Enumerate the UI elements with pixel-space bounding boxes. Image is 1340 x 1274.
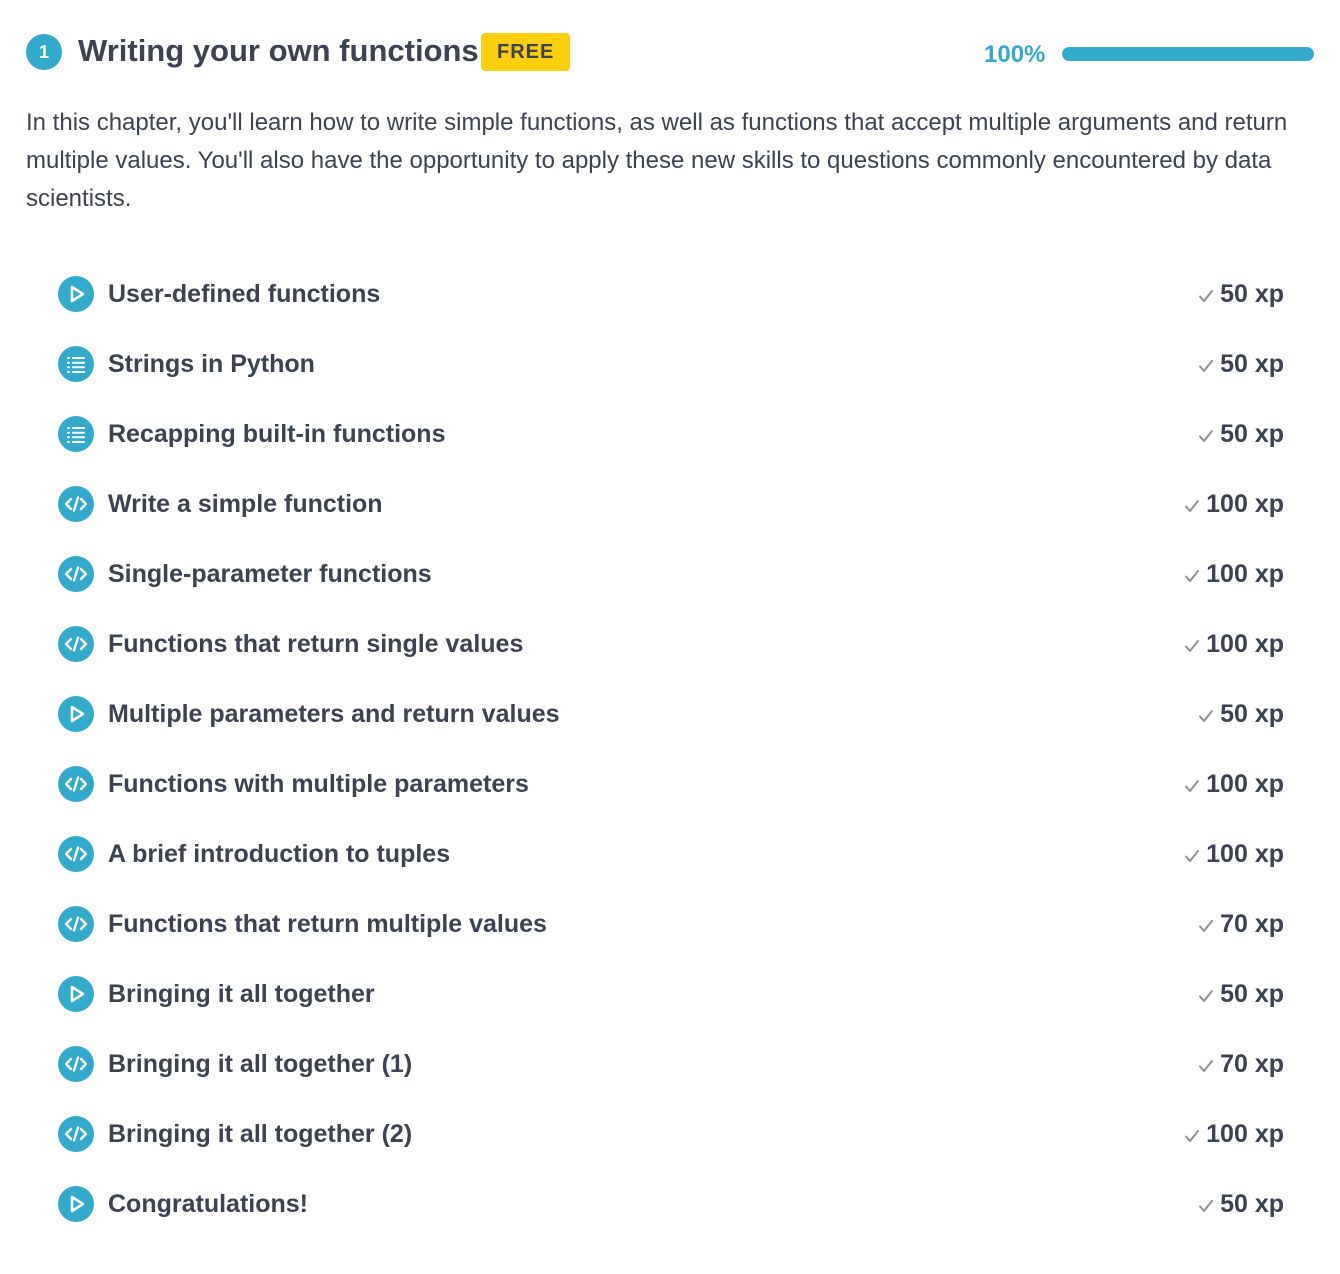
exercise-title[interactable]: Write a simple function xyxy=(108,469,383,539)
exercise-xp: 100 xp xyxy=(1184,749,1284,819)
exercise-title[interactable]: Bringing it all together (2) xyxy=(108,1099,412,1169)
xp-value: 100 xp xyxy=(1206,1120,1284,1148)
exercise-xp: 100 xp xyxy=(1184,609,1284,679)
exercise-title[interactable]: User-defined functions xyxy=(108,259,380,329)
check-icon xyxy=(1185,1130,1200,1142)
exercise-xp: 100 xp xyxy=(1184,469,1284,539)
exercise-title[interactable]: Congratulations! xyxy=(108,1169,308,1239)
code-icon xyxy=(58,1046,94,1082)
exercise-title[interactable]: Strings in Python xyxy=(108,329,315,399)
exercise-title[interactable]: Bringing it all together xyxy=(108,959,375,1029)
exercise-xp: 50 xp xyxy=(1198,1169,1284,1239)
xp-value: 50 xp xyxy=(1220,350,1284,378)
exercise-xp: 50 xp xyxy=(1198,959,1284,1029)
exercise-row-3[interactable]: Recapping built-in functions 50 xp xyxy=(58,399,1284,469)
exercise-list: User-defined functions 50 xp Strings in … xyxy=(58,259,1284,1239)
exercise-row-2[interactable]: Strings in Python 50 xp xyxy=(58,329,1284,399)
exercise-row-12[interactable]: Bringing it all together (1) 70 xp xyxy=(58,1029,1284,1099)
exercise-row-13[interactable]: Bringing it all together (2) 100 xp xyxy=(58,1099,1284,1169)
check-icon xyxy=(1199,710,1214,722)
xp-value: 100 xp xyxy=(1206,770,1284,798)
exercise-row-14[interactable]: Congratulations! 50 xp xyxy=(58,1169,1284,1239)
exercise-title[interactable]: Functions that return single values xyxy=(108,609,523,679)
free-badge: FREE xyxy=(481,33,571,71)
check-icon xyxy=(1185,500,1200,512)
exercise-row-11[interactable]: Bringing it all together 50 xp xyxy=(58,959,1284,1029)
exercise-row-9[interactable]: A brief introduction to tuples 100 xp xyxy=(58,819,1284,889)
exercise-row-10[interactable]: Functions that return multiple values 70… xyxy=(58,889,1284,959)
check-icon xyxy=(1185,780,1200,792)
chapter-number-badge: 1 xyxy=(26,34,62,70)
code-icon xyxy=(58,836,94,872)
chapter-description: In this chapter, you'll learn how to wri… xyxy=(26,109,1288,212)
exercise-row-7[interactable]: Multiple parameters and return values 50… xyxy=(58,679,1284,749)
xp-value: 100 xp xyxy=(1206,490,1284,518)
video-play-icon xyxy=(58,976,94,1012)
xp-value: 70 xp xyxy=(1220,910,1284,938)
video-play-icon xyxy=(58,696,94,732)
exercise-row-5[interactable]: Single-parameter functions 100 xp xyxy=(58,539,1284,609)
video-play-icon xyxy=(58,276,94,312)
code-icon xyxy=(58,486,94,522)
exercise-xp: 100 xp xyxy=(1184,1099,1284,1169)
exercise-xp: 50 xp xyxy=(1198,329,1284,399)
video-play-icon xyxy=(58,1186,94,1222)
xp-value: 50 xp xyxy=(1220,700,1284,728)
exercise-xp: 50 xp xyxy=(1198,399,1284,469)
multiple-choice-list-icon xyxy=(58,346,94,382)
progress-bar-fill xyxy=(1062,47,1314,61)
check-icon xyxy=(1199,990,1214,1002)
exercise-title[interactable]: Functions with multiple parameters xyxy=(108,749,529,819)
exercise-xp: 70 xp xyxy=(1198,889,1284,959)
check-icon xyxy=(1199,430,1214,442)
check-icon xyxy=(1185,850,1200,862)
code-icon xyxy=(58,626,94,662)
xp-value: 100 xp xyxy=(1206,840,1284,868)
xp-value: 50 xp xyxy=(1220,280,1284,308)
code-icon xyxy=(58,766,94,802)
exercise-row-8[interactable]: Functions with multiple parameters 100 x… xyxy=(58,749,1284,819)
exercise-title[interactable]: A brief introduction to tuples xyxy=(108,819,450,889)
code-icon xyxy=(58,556,94,592)
xp-value: 50 xp xyxy=(1220,1190,1284,1218)
exercise-xp: 50 xp xyxy=(1198,259,1284,329)
xp-value: 100 xp xyxy=(1206,630,1284,658)
exercise-row-4[interactable]: Write a simple function 100 xp xyxy=(58,469,1284,539)
exercise-row-6[interactable]: Functions that return single values 100 … xyxy=(58,609,1284,679)
check-icon xyxy=(1199,290,1214,302)
multiple-choice-list-icon xyxy=(58,416,94,452)
exercise-title[interactable]: Recapping built-in functions xyxy=(108,399,445,469)
exercise-title[interactable]: Multiple parameters and return values xyxy=(108,679,560,749)
check-icon xyxy=(1199,1200,1214,1212)
check-icon xyxy=(1199,360,1214,372)
progress-percent: 100% xyxy=(984,41,1046,68)
exercise-row-1[interactable]: User-defined functions 50 xp xyxy=(58,259,1284,329)
exercise-title[interactable]: Bringing it all together (1) xyxy=(108,1029,412,1099)
check-icon xyxy=(1185,570,1200,582)
code-icon xyxy=(58,1116,94,1152)
code-icon xyxy=(58,906,94,942)
xp-value: 100 xp xyxy=(1206,560,1284,588)
xp-value: 70 xp xyxy=(1220,1050,1284,1078)
exercise-title[interactable]: Functions that return multiple values xyxy=(108,889,547,959)
exercise-xp: 100 xp xyxy=(1184,819,1284,889)
check-icon xyxy=(1185,640,1200,652)
progress-bar xyxy=(1062,47,1314,61)
check-icon xyxy=(1199,1060,1214,1072)
exercise-xp: 100 xp xyxy=(1184,539,1284,609)
exercise-xp: 50 xp xyxy=(1198,679,1284,749)
check-icon xyxy=(1199,920,1214,932)
xp-value: 50 xp xyxy=(1220,420,1284,448)
exercise-xp: 70 xp xyxy=(1198,1029,1284,1099)
chapter-title[interactable]: Writing your own functions xyxy=(78,32,479,70)
exercise-title[interactable]: Single-parameter functions xyxy=(108,539,432,609)
chapter-header: 1 Writing your own functions FREE 100% xyxy=(26,32,1316,72)
xp-value: 50 xp xyxy=(1220,980,1284,1008)
